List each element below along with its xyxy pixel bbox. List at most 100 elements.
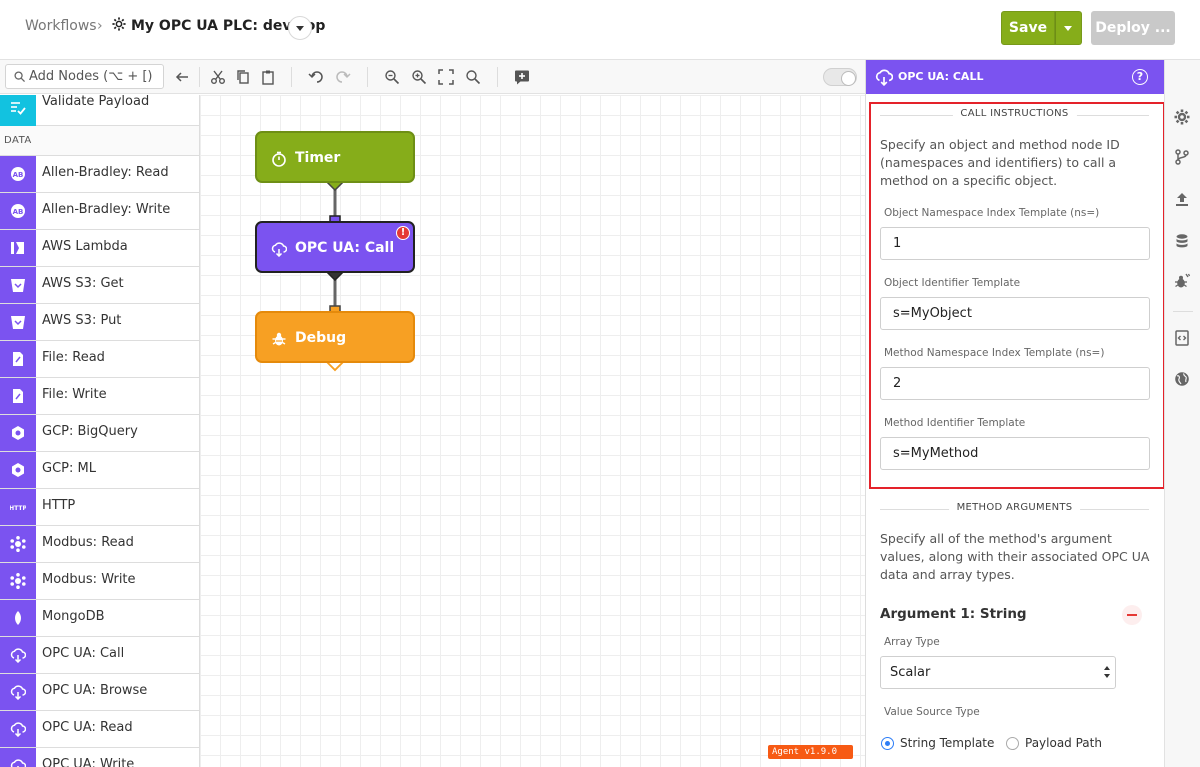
section-call-instructions: CALL INSTRUCTIONS xyxy=(880,108,1149,122)
hex-icon xyxy=(0,452,36,488)
http-icon: HTTP xyxy=(0,489,36,525)
palette-item-opc-ua-write[interactable]: OPC UA: Write xyxy=(0,748,199,767)
object-namespace-label: Object Namespace Index Template (ns=) xyxy=(884,207,1100,219)
cloud-icon xyxy=(0,674,36,710)
method-identifier-input[interactable]: s=MyMethod xyxy=(880,437,1150,470)
add-nodes-placeholder: Add Nodes (⌥ + [) xyxy=(29,69,153,84)
palette-item-http[interactable]: HTTP HTTP xyxy=(0,489,199,526)
palette-item-validate-payload[interactable]: Validate Payload xyxy=(0,95,199,126)
zoom-in-icon[interactable] xyxy=(411,69,427,85)
radio-string-template[interactable] xyxy=(881,737,894,750)
workflow-dropdown-button[interactable] xyxy=(288,16,312,40)
stopwatch-icon xyxy=(272,151,286,167)
node-label: Debug xyxy=(295,330,347,346)
node-label: OPC UA: Call xyxy=(295,240,395,256)
error-badge[interactable]: ! xyxy=(396,226,410,240)
palette-item-modbus-read[interactable]: Modbus: Read xyxy=(0,526,199,563)
palette-item-label: Validate Payload xyxy=(42,95,150,109)
canvas-toggle-switch[interactable] xyxy=(823,68,857,86)
code-block-icon[interactable] xyxy=(1174,330,1190,346)
palette-item-label: MongoDB xyxy=(42,609,105,624)
cloud-icon xyxy=(0,637,36,673)
array-type-select[interactable]: Scalar xyxy=(880,656,1116,689)
palette-item-opc-ua-read[interactable]: OPC UA: Read xyxy=(0,711,199,748)
cut-icon[interactable] xyxy=(210,69,226,85)
toolbar-divider xyxy=(497,67,498,87)
palette-item-allen-bradley-read[interactable]: AB Allen-Bradley: Read xyxy=(0,156,199,193)
upload-icon[interactable] xyxy=(1174,191,1190,207)
palette-item-mongodb[interactable]: MongoDB xyxy=(0,600,199,637)
ab-icon: AB xyxy=(0,193,36,229)
zoom-out-icon[interactable] xyxy=(384,69,400,85)
palette-item-aws-s3-put[interactable]: AWS S3: Put xyxy=(0,304,199,341)
node-label: Timer xyxy=(295,150,341,166)
object-identifier-input[interactable]: s=MyObject xyxy=(880,297,1150,330)
radio-payload-path-label: Payload Path xyxy=(1025,736,1102,750)
toolbar-divider xyxy=(199,67,200,87)
palette-item-gcp-ml[interactable]: GCP: ML xyxy=(0,452,199,489)
palette-item-label: OPC UA: Read xyxy=(42,720,133,735)
workflow-icon xyxy=(112,17,126,31)
save-options-dropdown[interactable] xyxy=(1055,11,1082,45)
object-identifier-label: Object Identifier Template xyxy=(884,277,1021,289)
palette-item-label: GCP: BigQuery xyxy=(42,424,138,439)
undo-icon[interactable] xyxy=(308,69,324,85)
paste-icon[interactable] xyxy=(260,69,276,85)
radio-payload-path[interactable] xyxy=(1006,737,1019,750)
rail-divider xyxy=(1173,311,1193,312)
file-icon xyxy=(0,378,36,414)
palette-item-aws-s3-get[interactable]: AWS S3: Get xyxy=(0,267,199,304)
breadcrumb-workflows[interactable]: Workflows xyxy=(25,18,97,34)
node-palette: Validate Payload DATA AB Allen-Bradley: R… xyxy=(0,95,200,767)
svg-text:HTTP: HTTP xyxy=(10,505,26,512)
remove-argument-button[interactable] xyxy=(1122,605,1142,625)
copy-icon[interactable] xyxy=(235,69,251,85)
palette-item-label: OPC UA: Call xyxy=(42,646,125,661)
palette-item-label: AWS Lambda xyxy=(42,239,128,254)
palette-item-label: Allen-Bradley: Read xyxy=(42,165,169,180)
ab-icon: AB xyxy=(0,156,36,192)
breadcrumb-separator: › xyxy=(97,18,103,34)
palette-item-opc-ua-browse[interactable]: OPC UA: Browse xyxy=(0,674,199,711)
node-wires xyxy=(326,174,344,372)
workflow-canvas[interactable]: Timer OPC UA: Call ! Debug Agent v1.9.0 xyxy=(200,95,865,767)
palette-item-gcp-bigquery[interactable]: GCP: BigQuery xyxy=(0,415,199,452)
debug-bug-icon[interactable] xyxy=(1174,273,1191,289)
palette-item-file-read[interactable]: File: Read xyxy=(0,341,199,378)
database-icon[interactable] xyxy=(1174,233,1190,249)
palette-item-label: HTTP xyxy=(42,498,76,513)
palette-item-file-write[interactable]: File: Write xyxy=(0,378,199,415)
node-opc-ua-call[interactable]: OPC UA: Call ! xyxy=(255,221,415,273)
palette-item-label: GCP: ML xyxy=(42,461,96,476)
method-namespace-input[interactable]: 2 xyxy=(880,367,1150,400)
search-icon[interactable] xyxy=(465,69,481,85)
save-button[interactable]: Save xyxy=(1001,11,1055,45)
palette-section-data[interactable]: DATA xyxy=(0,126,199,156)
object-namespace-input[interactable]: 1 xyxy=(880,227,1150,260)
add-comment-icon[interactable] xyxy=(514,69,530,85)
back-arrow-icon[interactable] xyxy=(174,69,190,85)
node-timer[interactable]: Timer xyxy=(255,131,415,183)
method-namespace-label: Method Namespace Index Template (ns=) xyxy=(884,347,1105,359)
palette-item-modbus-write[interactable]: Modbus: Write xyxy=(0,563,199,600)
globe-icon[interactable] xyxy=(1174,371,1190,387)
palette-item-aws-lambda[interactable]: AWS Lambda xyxy=(0,230,199,267)
redo-icon[interactable] xyxy=(335,69,351,85)
deploy-button[interactable]: Deploy ... xyxy=(1091,11,1175,45)
node-debug[interactable]: Debug xyxy=(255,311,415,363)
cloud-sync-icon xyxy=(271,242,287,257)
branch-icon[interactable] xyxy=(1174,149,1190,165)
palette-item-label: OPC UA: Browse xyxy=(42,683,148,698)
palette-item-allen-bradley-write[interactable]: AB Allen-Bradley: Write xyxy=(0,193,199,230)
palette-item-opc-ua-call[interactable]: OPC UA: Call xyxy=(0,637,199,674)
palette-item-label: OPC UA: Write xyxy=(42,757,135,767)
checklist-icon xyxy=(0,95,36,126)
canvas-toolbar: Add Nodes (⌥ + [) xyxy=(0,60,865,94)
gear-icon[interactable] xyxy=(1174,109,1190,125)
method-identifier-label: Method Identifier Template xyxy=(884,417,1026,429)
select-arrows-icon xyxy=(1104,666,1110,678)
leaf-icon xyxy=(0,600,36,636)
add-nodes-search-input[interactable]: Add Nodes (⌥ + [) xyxy=(5,64,164,89)
fit-view-icon[interactable] xyxy=(438,69,454,85)
help-icon[interactable]: ? xyxy=(1132,69,1148,85)
